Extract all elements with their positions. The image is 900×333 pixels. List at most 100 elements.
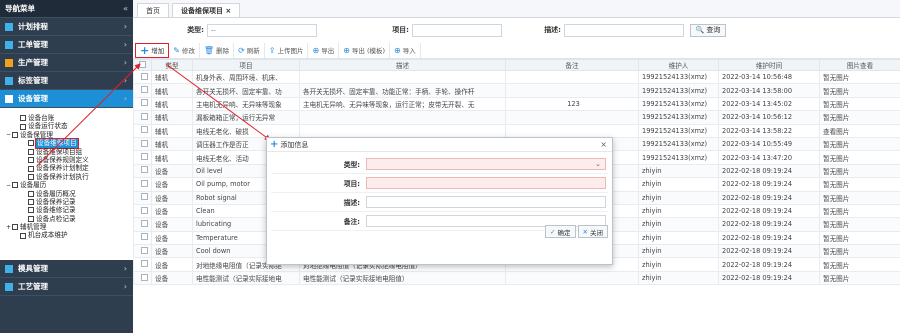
import-button[interactable]: ⊕ 导入	[390, 42, 421, 58]
table-cell[interactable]: 暂无图片	[819, 163, 900, 179]
table-cell[interactable]: 暂无图片	[819, 230, 900, 246]
table-cell[interactable]: 暂无图片	[819, 110, 900, 125]
tree-node[interactable]: 设备点检记录	[0, 215, 133, 223]
row-checkbox[interactable]	[140, 72, 148, 80]
table-cell[interactable]: 暂无图片	[819, 244, 900, 259]
type-select[interactable]: --	[207, 23, 317, 37]
sidebar-group[interactable]: 工艺管理 ›	[0, 278, 133, 296]
item-input[interactable]	[412, 23, 502, 37]
table-row[interactable]: 辅机 各开关无损坏、固定牢靠、功 各开关无损坏、固定牢靠、功能正常：手柄、手轮、操作…	[133, 83, 900, 98]
table-cell[interactable]: 暂无图片	[819, 203, 900, 219]
table-cell[interactable]: 暂无图片	[819, 190, 900, 205]
edit-button[interactable]: ✎ 修改	[169, 42, 200, 58]
page-icon	[28, 199, 34, 206]
field-input[interactable]	[366, 177, 606, 189]
row-checkbox[interactable]	[140, 193, 148, 201]
collapse-icon[interactable]: «	[123, 4, 128, 13]
tree-node[interactable]: 设备保养计划执行	[0, 173, 133, 181]
field-input[interactable]: ⌄	[366, 158, 606, 170]
row-checkbox[interactable]	[140, 206, 148, 214]
table-cell[interactable]: 暂无图片	[819, 177, 900, 192]
close-button[interactable]: ✕ 关闭	[577, 225, 608, 238]
row-checkbox[interactable]	[140, 153, 148, 161]
field-input[interactable]	[366, 196, 606, 208]
tree-node[interactable]: 设备保养计划制定	[0, 164, 133, 172]
table-row[interactable]: 辅机 主电机无异响、无异味等现象 主电机无异响、无异味等现象，运行正常；皮带无开裂、…	[133, 96, 900, 112]
tree-node[interactable]: − 设备保管理	[0, 131, 133, 139]
expand-toggle-icon[interactable]: −	[6, 132, 11, 138]
table-cell[interactable]: 暂无图片	[819, 270, 900, 286]
expand-toggle-icon	[22, 141, 27, 146]
table-cell[interactable]: 暂无图片	[819, 150, 900, 165]
expand-toggle-icon[interactable]: −	[6, 182, 11, 188]
tree-node[interactable]: 设备履历概况	[0, 190, 133, 198]
sidebar-group[interactable]: 计划排程 ›	[0, 18, 133, 36]
form-row: 项目:	[271, 174, 608, 193]
tree-node[interactable]: 设备运行状态	[0, 122, 133, 130]
table-cell: 设备	[151, 230, 193, 246]
query-button[interactable]: 🔍 查询	[690, 23, 726, 37]
tab[interactable]: 设备维保项目 ×	[172, 3, 241, 17]
row-checkbox[interactable]	[140, 233, 148, 241]
refresh-button[interactable]: ⟳ 刷新	[234, 42, 265, 58]
row-checkbox[interactable]	[140, 166, 148, 174]
table-row[interactable]: 辅机 漏板箱箱正常，运行无异常 19921524133(xmz) 2022-03-14…	[133, 110, 900, 125]
confirm-button[interactable]: ✓ 确定	[545, 225, 576, 238]
row-checkbox-cell	[133, 83, 152, 98]
tree-node[interactable]: 设备维保项目组	[0, 148, 133, 156]
delete-button[interactable]: 🗑 删除	[200, 42, 235, 58]
table-cell: 电性能测试（记录实际接地电阻值）	[299, 270, 506, 286]
sidebar-group[interactable]: 设备管理 ›	[0, 90, 133, 108]
sidebar-group[interactable]: 模具管理 ›	[0, 260, 133, 278]
row-checkbox[interactable]	[140, 273, 148, 281]
row-checkbox[interactable]	[140, 246, 148, 254]
upload-button[interactable]: ⇪ 上传图片	[265, 42, 309, 58]
tree-node[interactable]: 设备维保项目	[0, 138, 133, 149]
table-cell: 2022-02-18 09:19:24	[718, 230, 820, 246]
sidebar: 导航菜单 « 计划排程 › 工单管理 › 生产管理 › 标签管理 › 设备管理 › 设备台账 设备运…	[0, 0, 133, 333]
row-checkbox[interactable]	[140, 260, 148, 268]
add-info-dialog: + 添加信息 × 类型: ⌄ 项目: 描述: 备注: ✓ 确定 ✕ 关闭	[266, 137, 613, 265]
close-icon[interactable]: ×	[600, 140, 607, 149]
row-checkbox[interactable]	[140, 139, 148, 147]
table-cell[interactable]: 暂无图片	[819, 96, 900, 112]
table-cell[interactable]: 暂无图片	[819, 217, 900, 232]
row-checkbox[interactable]	[140, 126, 148, 134]
expand-toggle-icon	[22, 191, 27, 196]
export-template-button[interactable]: ⊕ 导出 (模板)	[339, 42, 391, 58]
row-checkbox[interactable]	[140, 219, 148, 227]
table-cell	[505, 83, 639, 98]
form-row: 描述:	[271, 193, 608, 212]
table-cell: 辅机	[151, 136, 193, 152]
row-checkbox[interactable]	[140, 112, 148, 120]
tree-node[interactable]: 机台成本维护	[0, 231, 133, 239]
tree-node[interactable]: − 设备履历	[0, 181, 133, 189]
table-cell[interactable]: 暂无图片	[819, 69, 900, 85]
tab[interactable]: 首页	[137, 3, 169, 17]
expand-toggle-icon[interactable]: +	[6, 224, 11, 230]
row-checkbox[interactable]	[140, 99, 148, 107]
table-cell[interactable]: 暂无图片	[819, 83, 900, 98]
page-icon	[12, 224, 18, 231]
expand-toggle-icon	[14, 124, 19, 129]
sidebar-group[interactable]: 生产管理 ›	[0, 54, 133, 72]
table-cell[interactable]: 查看图片	[819, 123, 900, 138]
row-checkbox[interactable]	[140, 179, 148, 187]
select-all-checkbox[interactable]	[139, 60, 146, 68]
table-row[interactable]: 辅机 电线无老化、破损 19921524133(xmz) 2022-03-14 13:…	[133, 123, 900, 138]
export-button[interactable]: ⊕ 导出	[308, 42, 340, 58]
chevron-right-icon: ›	[123, 264, 127, 273]
refresh-label: 刷新	[246, 47, 260, 55]
table-cell[interactable]: 暂无图片	[819, 257, 900, 272]
desc-input[interactable]	[564, 23, 684, 37]
sidebar-group[interactable]: 工单管理 ›	[0, 36, 133, 54]
row-checkbox[interactable]	[140, 86, 148, 94]
sidebar-group[interactable]: 标签管理 ›	[0, 72, 133, 90]
tree-node[interactable]: 设备维修记录	[0, 206, 133, 214]
table-row[interactable]: 辅机 机身外表、周围环境、机床、 19921524133(xmz) 2022-03-1…	[133, 69, 900, 85]
add-button[interactable]: + 增加	[135, 42, 170, 58]
table-cell[interactable]: 暂无图片	[819, 136, 900, 152]
table-row[interactable]: 设备 电性能测试（记录实际接地电 电性能测试（记录实际接地电阻值） zhiyin 202…	[133, 270, 900, 286]
table-cell: 19921524133(xmz)	[638, 136, 719, 152]
table-cell: 2022-02-18 09:19:24	[718, 270, 820, 286]
